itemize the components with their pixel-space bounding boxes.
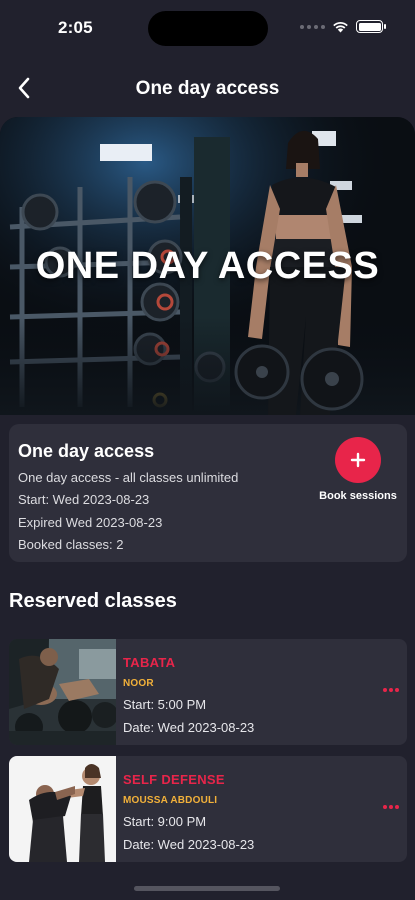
membership-start: Start: Wed 2023-08-23 <box>18 492 150 507</box>
hero-banner: ONE DAY ACCESS <box>0 117 415 415</box>
class-name: TABATA <box>123 655 176 670</box>
class-coach: MOUSSA ABDOULI <box>123 795 218 806</box>
plus-icon <box>350 452 366 468</box>
class-thumbnail <box>9 756 116 862</box>
membership-description: One day access - all classes unlimited <box>18 470 239 485</box>
page-title: One day access <box>135 78 280 99</box>
reserved-classes-heading: Reserved classes <box>9 590 177 612</box>
membership-title: One day access <box>18 441 155 461</box>
membership-card: One day access One day access - all clas… <box>9 424 407 562</box>
reserved-class-card[interactable]: SELF DEFENSE MOUSSA ABDOULI Start: 9:00 … <box>9 756 407 862</box>
hero-title: ONE DAY ACCESS <box>35 245 380 287</box>
class-thumbnail <box>9 639 116 745</box>
status-icons <box>300 20 386 33</box>
more-dots-icon <box>383 688 387 692</box>
class-coach: NOOR <box>123 678 154 689</box>
membership-booked-count: Booked classes: 2 <box>18 537 124 552</box>
class-start-time: Start: 9:00 PM <box>123 814 207 829</box>
membership-expired: Expired Wed 2023-08-23 <box>18 515 163 530</box>
class-start-time: Start: 5:00 PM <box>123 697 207 712</box>
class-name: SELF DEFENSE <box>123 772 225 787</box>
more-options-button[interactable] <box>380 683 402 697</box>
book-sessions-button[interactable] <box>335 437 381 483</box>
cellular-signal-icon <box>300 24 325 29</box>
class-date: Date: Wed 2023-08-23 <box>123 837 255 852</box>
nav-header: One day access <box>0 70 415 110</box>
more-dots-icon <box>383 805 387 809</box>
dynamic-island <box>148 11 268 46</box>
book-sessions-label[interactable]: Book sessions <box>309 490 407 502</box>
reserved-class-card[interactable]: TABATA NOOR Start: 5:00 PM Date: Wed 202… <box>9 639 407 745</box>
wifi-icon <box>333 22 348 33</box>
battery-icon <box>356 20 386 33</box>
class-date: Date: Wed 2023-08-23 <box>123 720 255 735</box>
status-bar: 2:05 <box>0 0 415 56</box>
more-options-button[interactable] <box>380 800 402 814</box>
home-indicator <box>134 886 280 891</box>
status-time: 2:05 <box>58 18 93 37</box>
